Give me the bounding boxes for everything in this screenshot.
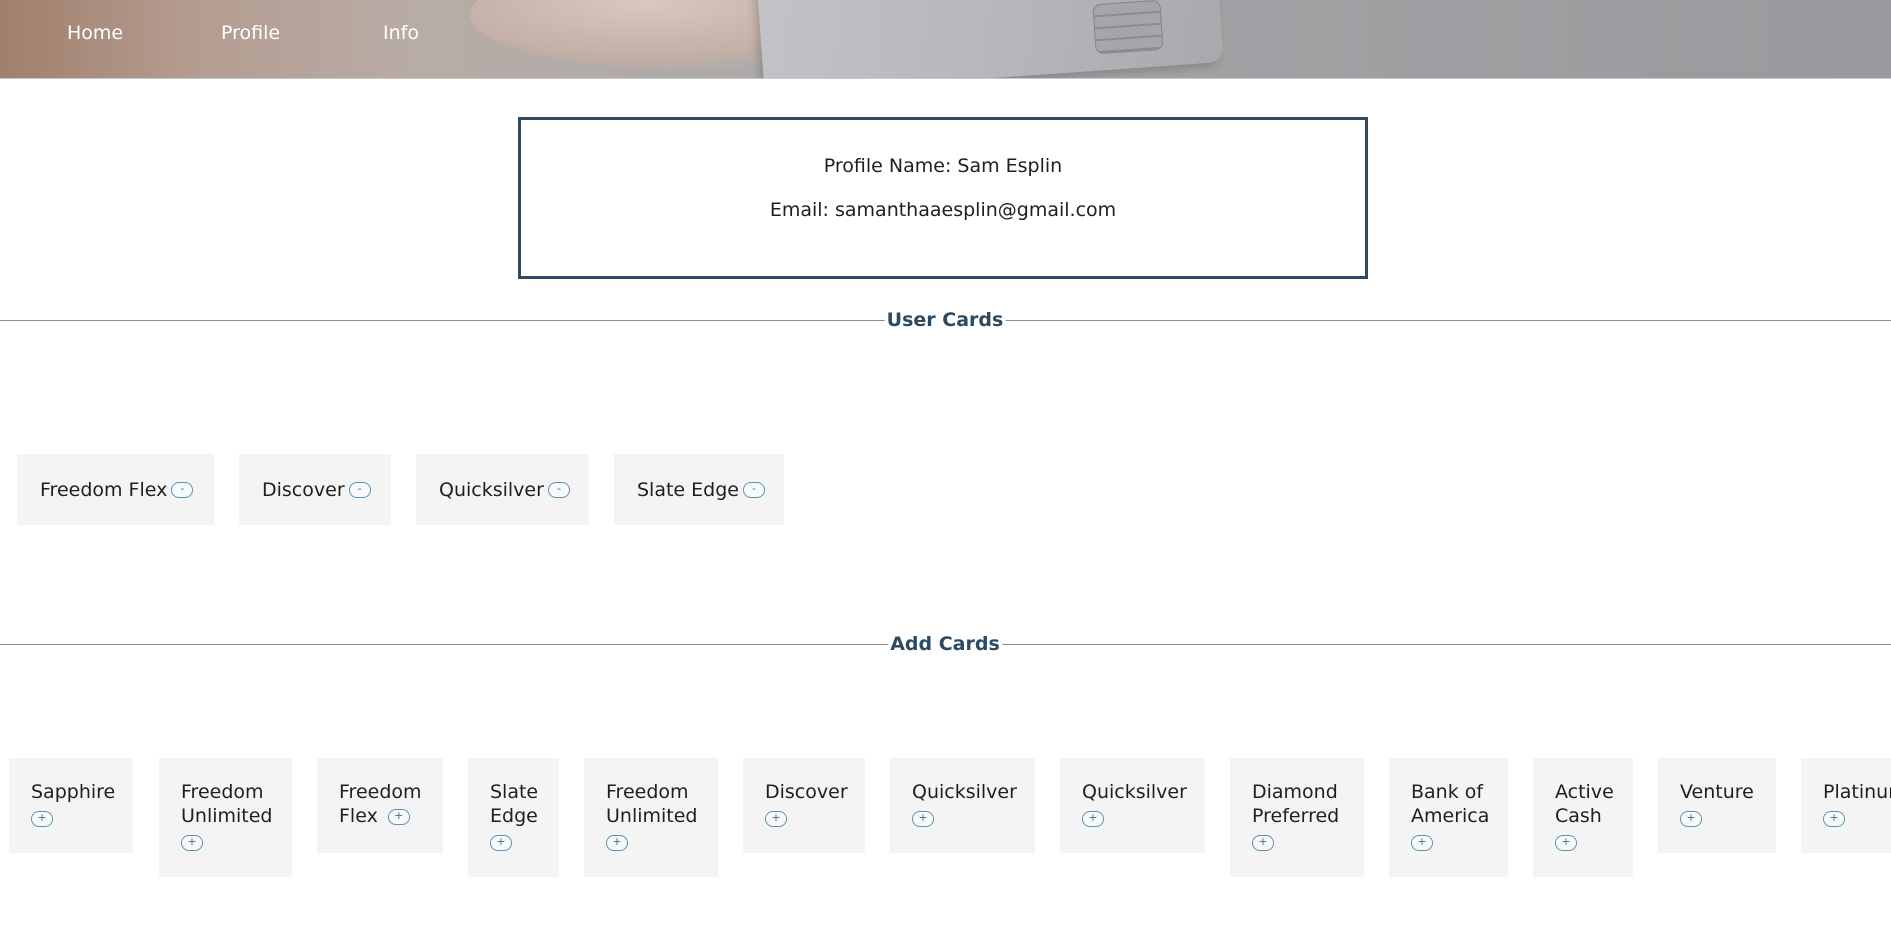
- add-card-item: Diamond Preferred +: [1230, 758, 1364, 877]
- add-card-button[interactable]: +: [387, 808, 410, 825]
- add-card-name: Bank of: [1411, 781, 1484, 803]
- add-card-button[interactable]: +: [1411, 834, 1433, 851]
- user-card-name: Freedom Flex: [40, 478, 168, 501]
- nav-home-link[interactable]: Home: [67, 22, 123, 44]
- add-card-item: Quicksilver +: [1060, 758, 1205, 853]
- add-card-name-line2: America: [1411, 805, 1490, 827]
- add-card-item: Slate Edge +: [468, 758, 559, 877]
- user-card: Discover -: [239, 454, 391, 525]
- add-card-item: Freedom Flex +: [317, 758, 443, 853]
- add-card-name: Platinum: [1823, 781, 1891, 803]
- remove-card-button[interactable]: -: [171, 481, 194, 498]
- add-card-item: Freedom Unlimited +: [584, 758, 718, 877]
- header-banner: Home Profile Info: [0, 0, 1891, 79]
- user-cards-heading: User Cards: [884, 309, 1006, 331]
- profile-email: Email: samanthaaesplin@gmail.com: [769, 199, 1117, 221]
- nav-info-link[interactable]: Info: [383, 22, 419, 44]
- banner-card-chip-icon: [1092, 0, 1164, 55]
- user-card-name: Slate Edge: [637, 478, 739, 501]
- add-card-button[interactable]: +: [1823, 810, 1845, 827]
- add-card-item: Quicksilver +: [890, 758, 1035, 853]
- add-card-name: Venture: [1680, 781, 1754, 803]
- remove-card-button[interactable]: -: [742, 481, 765, 498]
- remove-card-button[interactable]: -: [348, 481, 371, 498]
- add-card-name: Quicksilver: [912, 781, 1017, 803]
- add-card-name-line2: Unlimited: [181, 805, 273, 827]
- add-card-item: Discover +: [743, 758, 865, 853]
- add-card-button[interactable]: +: [1555, 834, 1577, 851]
- add-cards-heading: Add Cards: [888, 633, 1002, 655]
- add-card-item: Platinum +: [1801, 758, 1891, 853]
- add-card-name: Freedom: [606, 781, 689, 803]
- add-card-name: Freedom: [339, 781, 422, 803]
- add-card-button[interactable]: +: [31, 810, 53, 827]
- add-card-button[interactable]: +: [912, 810, 934, 827]
- add-card-button[interactable]: +: [606, 834, 628, 851]
- add-card-name-line2: Flex: [339, 805, 378, 827]
- add-card-name-line2: Edge: [490, 805, 538, 827]
- add-card-item: Active Cash +: [1533, 758, 1633, 877]
- add-card-item: Bank of America +: [1389, 758, 1508, 877]
- add-card-name: Active: [1555, 781, 1614, 803]
- user-card: Freedom Flex -: [17, 454, 214, 525]
- remove-card-button[interactable]: -: [547, 481, 570, 498]
- add-card-item: Freedom Unlimited +: [159, 758, 292, 877]
- add-card-button[interactable]: +: [1680, 810, 1702, 827]
- user-card-name: Quicksilver: [439, 478, 544, 501]
- user-card-name: Discover: [262, 478, 345, 501]
- add-card-name: Sapphire: [31, 781, 116, 803]
- add-card-name: Slate: [490, 781, 539, 803]
- add-card-button[interactable]: +: [1082, 810, 1104, 827]
- add-card-button[interactable]: +: [765, 810, 787, 827]
- add-card-name: Diamond: [1252, 781, 1338, 803]
- add-card-name-line2: Unlimited: [606, 805, 698, 827]
- add-card-name: Quicksilver: [1082, 781, 1187, 803]
- add-card-button[interactable]: +: [490, 834, 512, 851]
- add-card-name-line2: Cash: [1555, 805, 1602, 827]
- profile-info-box: Profile Name: Sam Esplin Email: samantha…: [518, 117, 1368, 279]
- user-card: Slate Edge -: [614, 454, 784, 525]
- user-card: Quicksilver -: [416, 454, 589, 525]
- nav-profile-link[interactable]: Profile: [221, 22, 280, 44]
- add-card-name: Discover: [765, 781, 848, 803]
- add-card-name-line2: Preferred: [1252, 805, 1340, 827]
- add-card-button[interactable]: +: [181, 834, 203, 851]
- add-card-item: Sapphire +: [9, 758, 133, 853]
- add-card-item: Venture +: [1658, 758, 1776, 853]
- add-card-button[interactable]: +: [1252, 834, 1274, 851]
- profile-name: Profile Name: Sam Esplin: [823, 155, 1063, 177]
- add-card-name: Freedom: [181, 781, 264, 803]
